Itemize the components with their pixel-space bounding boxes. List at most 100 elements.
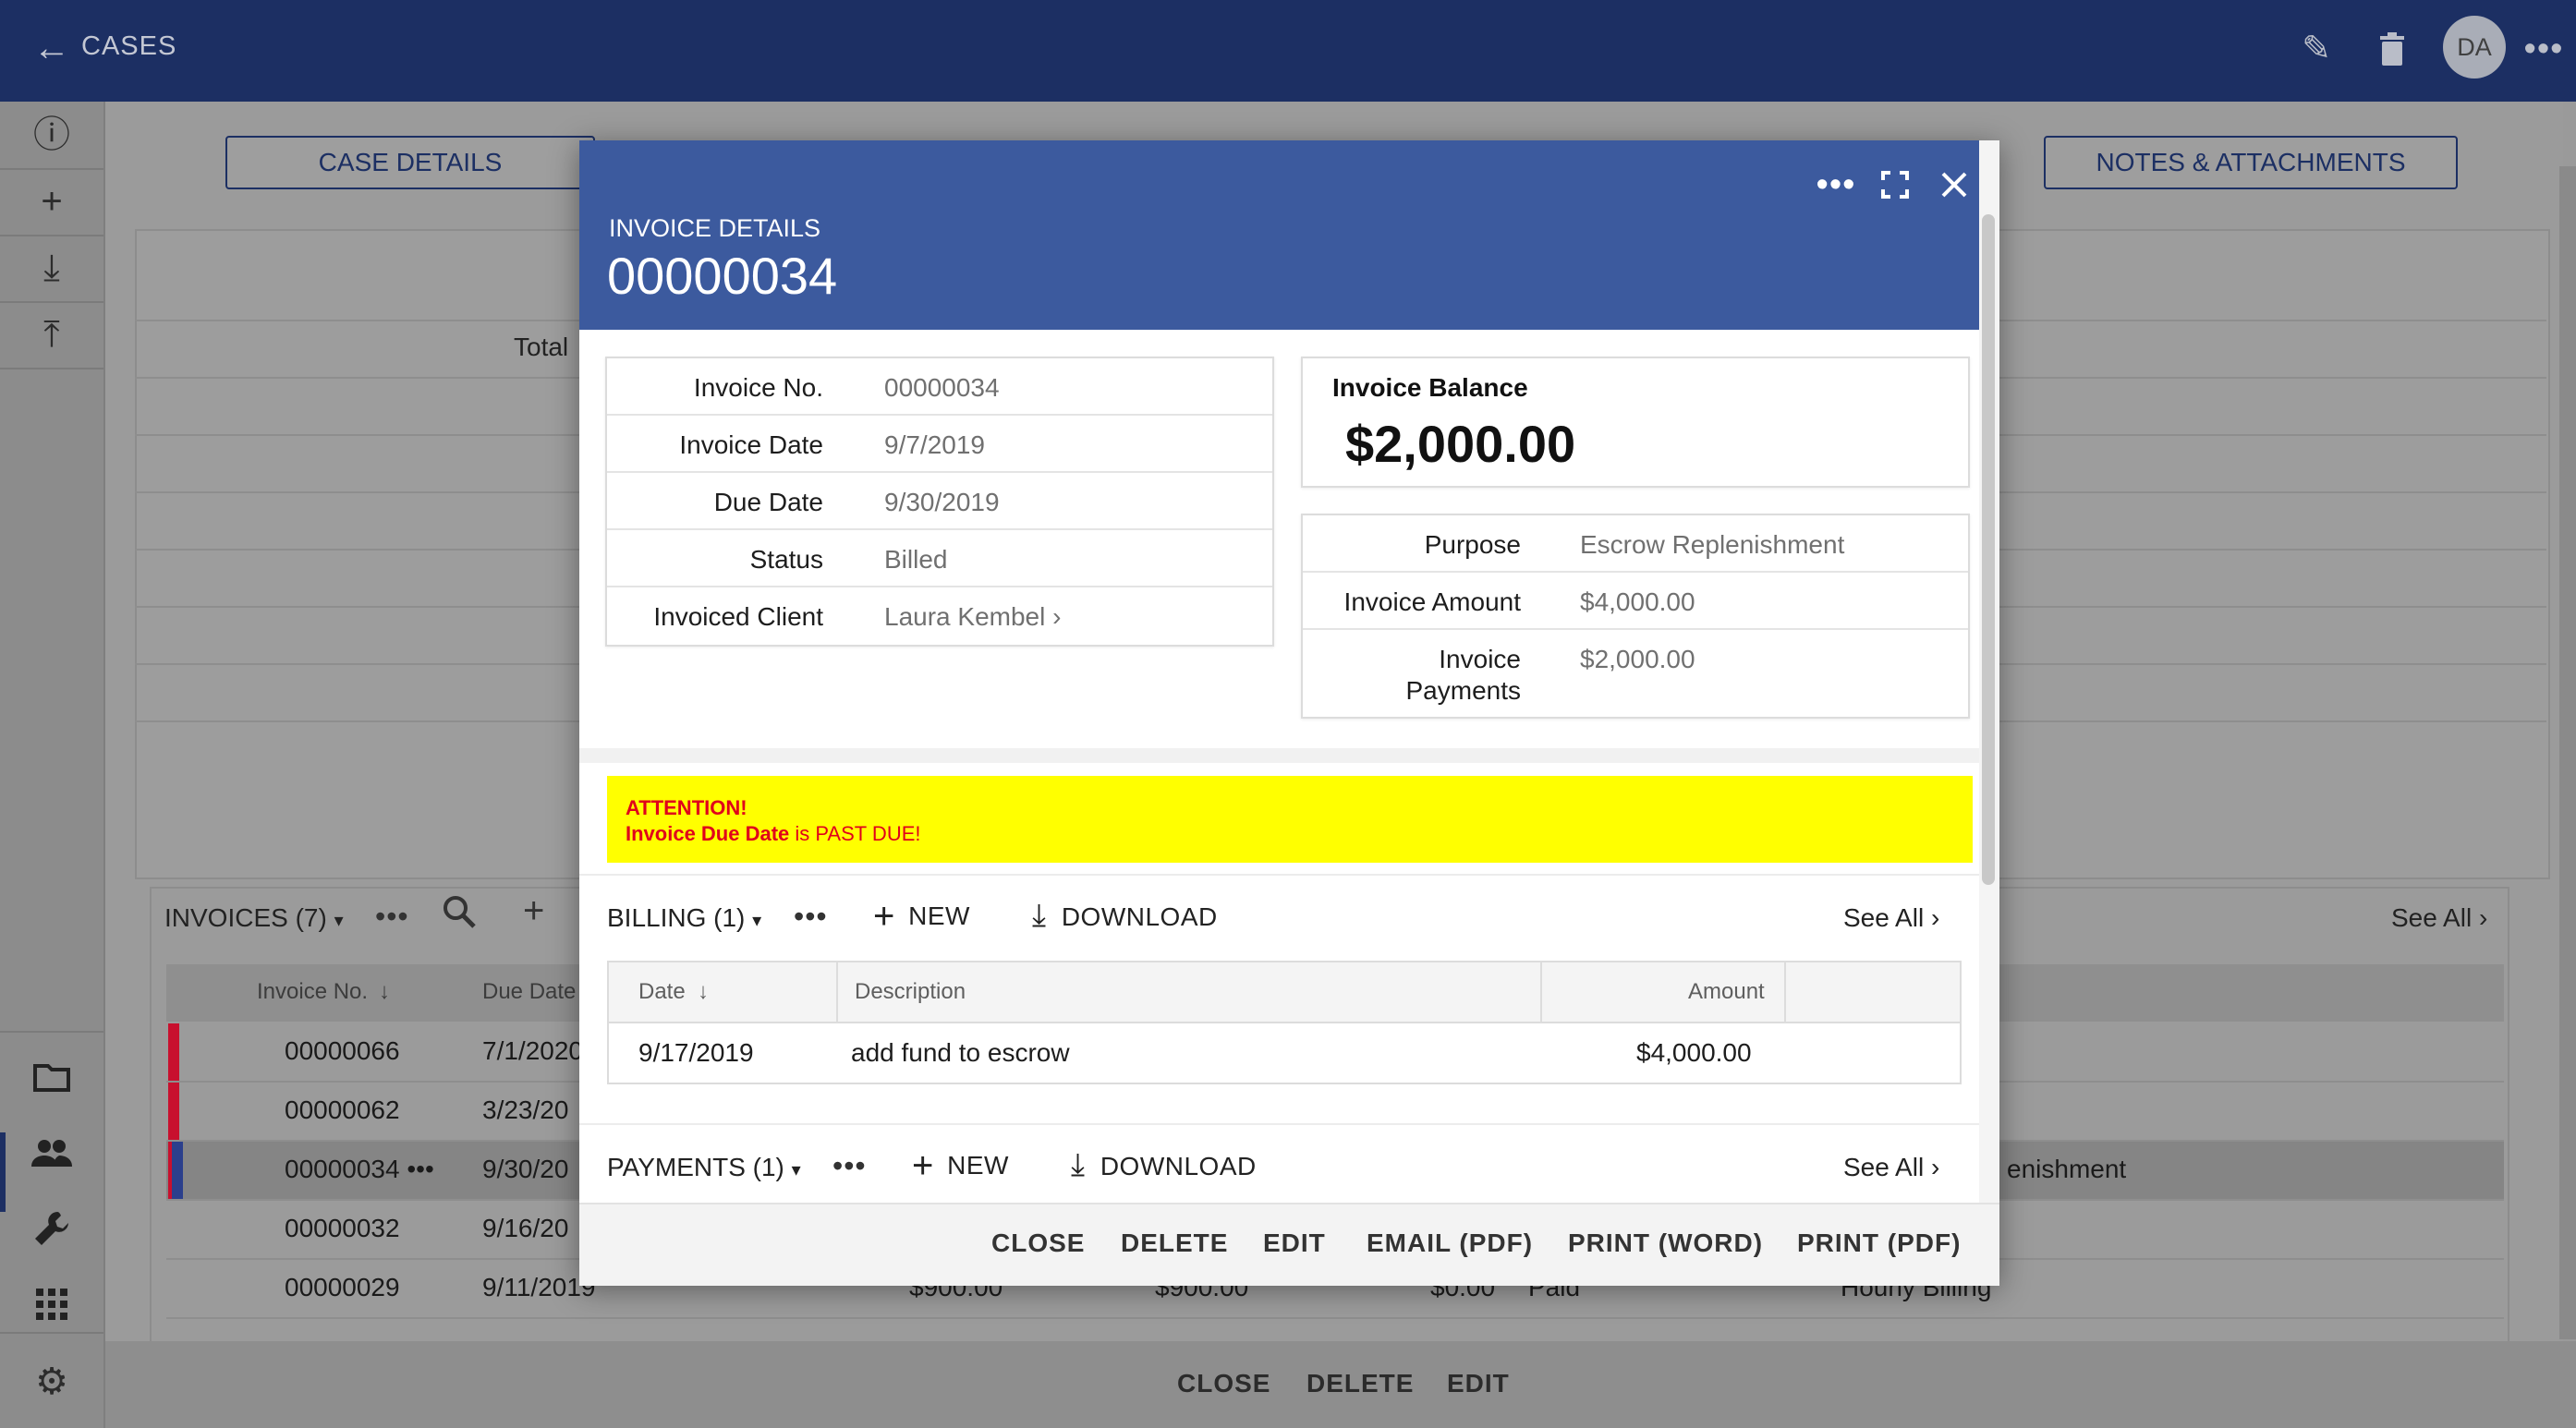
past-due-alert: ATTENTION! Invoice Due Date is PAST DUE!	[607, 776, 1973, 863]
fullscreen-icon[interactable]	[1869, 159, 1921, 211]
upload-icon[interactable]: ⤒	[18, 301, 85, 368]
summary-value: Escrow Replenishment	[1580, 530, 1845, 559]
billing-grid-header: Date ↓ Description Amount	[609, 962, 1960, 1023]
due-date-cell: 7/1/2020	[482, 1036, 583, 1065]
search-icon[interactable]	[442, 894, 477, 934]
billing-download-button[interactable]: ⤓ DOWNLOAD	[1032, 898, 1218, 934]
detail-value: Billed	[884, 545, 948, 574]
column-divider	[1784, 962, 1786, 1022]
column-date[interactable]: Date	[638, 979, 686, 1005]
chevron-right-icon: ›	[1052, 602, 1062, 631]
alert-message: Invoice Due Date is PAST DUE!	[626, 822, 921, 846]
close-icon[interactable]	[1928, 159, 1980, 211]
payments-title-text: PAYMENTS (1)	[607, 1153, 784, 1181]
status-flag	[168, 1023, 179, 1081]
folder-icon[interactable]	[18, 1044, 85, 1110]
detail-value: 00000034	[884, 373, 1000, 402]
amount-cell: $4,000.00	[1636, 1038, 1752, 1067]
modal-eyebrow: INVOICE DETAILS	[609, 214, 821, 242]
detail-value: 9/7/2019	[884, 430, 985, 459]
add-icon[interactable]: +	[523, 890, 544, 932]
alert-rest: is PAST DUE!	[789, 822, 921, 845]
modal-title: 00000034	[607, 247, 838, 305]
summary-row: Invoice Amount $4,000.00	[1303, 573, 1968, 630]
detail-row: Invoice No. 00000034	[607, 358, 1272, 416]
app-title: CASES	[81, 31, 177, 61]
print-word-button[interactable]: PRINT (WORD)	[1568, 1228, 1763, 1258]
bg-edit-button[interactable]: EDIT	[1447, 1369, 1510, 1398]
modal-scrollbar-thumb[interactable]	[1982, 214, 1995, 885]
download-label: DOWNLOAD	[1100, 1152, 1257, 1180]
chevron-down-icon: ▾	[752, 911, 762, 931]
chevron-down-icon: ▾	[791, 1160, 801, 1180]
settings-gear-icon[interactable]: ⚙	[18, 1349, 85, 1415]
balance-value: $2,000.00	[1345, 415, 1576, 473]
apps-grid-icon[interactable]	[18, 1271, 85, 1337]
divider	[0, 1031, 103, 1033]
more-icon[interactable]: •••	[832, 1149, 867, 1183]
invoice-details-modal: ••• INVOICE DETAILS 00000034 Invoice No.…	[579, 140, 1999, 1286]
column-due-date[interactable]: Due Date	[482, 979, 576, 1005]
divider	[579, 1123, 1979, 1125]
download-icon: ⤓	[1032, 898, 1047, 933]
print-pdf-button[interactable]: PRINT (PDF)	[1797, 1228, 1961, 1258]
see-all-label: See All	[1843, 903, 1925, 932]
alert-strong: Invoice Due Date	[626, 822, 790, 845]
billing-title-text: BILLING (1)	[607, 903, 746, 932]
edit-button[interactable]: EDIT	[1263, 1228, 1326, 1258]
client-link[interactable]: Laura Kembel ›	[884, 602, 1061, 632]
column-invoice-no[interactable]: Invoice No.	[257, 979, 368, 1005]
sort-arrow-icon[interactable]: ↓	[379, 979, 390, 1005]
column-amount[interactable]: Amount	[1688, 979, 1765, 1005]
tab-case-details[interactable]: CASE DETAILS	[225, 136, 595, 189]
pencil-icon[interactable]: ✎	[2291, 24, 2341, 74]
payments-title[interactable]: PAYMENTS (1) ▾	[607, 1153, 801, 1182]
invoices-title[interactable]: INVOICES (7) ▾	[164, 903, 344, 933]
invoices-title-text: INVOICES (7)	[164, 903, 327, 932]
column-description[interactable]: Description	[855, 979, 966, 1005]
payments-download-button[interactable]: ⤓ DOWNLOAD	[1071, 1147, 1257, 1183]
bg-delete-button[interactable]: DELETE	[1306, 1369, 1414, 1398]
detail-label: Due Date	[713, 488, 823, 516]
trash-icon[interactable]	[2367, 24, 2417, 74]
more-icon[interactable]: •••	[2519, 24, 2569, 74]
bottom-action-bar: CLOSE DELETE EDIT	[105, 1341, 2576, 1428]
invoice-no-cell: 00000029	[285, 1273, 400, 1301]
payments-new-button[interactable]: + NEW	[912, 1145, 1009, 1187]
avatar[interactable]: DA	[2443, 16, 2506, 79]
billing-title[interactable]: BILLING (1) ▾	[607, 903, 761, 933]
billing-new-button[interactable]: + NEW	[873, 896, 970, 938]
invoice-balance-card: Invoice Balance $2,000.00	[1301, 357, 1970, 488]
add-icon[interactable]: +	[18, 168, 85, 235]
modal-header: ••• INVOICE DETAILS 00000034	[579, 140, 1979, 330]
see-all-label: See All	[1843, 1153, 1925, 1181]
sort-arrow-icon[interactable]: ↓	[698, 979, 709, 1005]
people-icon[interactable]	[18, 1119, 85, 1186]
billing-see-all-link[interactable]: See All ›	[1843, 903, 1939, 933]
detail-label: Invoice No.	[693, 373, 823, 402]
payments-see-all-link[interactable]: See All ›	[1843, 1153, 1939, 1182]
active-indicator	[0, 1132, 6, 1212]
column-divider	[836, 962, 838, 1022]
detail-row[interactable]: Invoiced Client Laura Kembel ›	[607, 587, 1272, 643]
more-icon[interactable]: •••	[375, 900, 409, 934]
info-icon[interactable]: ⓘ	[18, 102, 85, 168]
summary-label: Payments	[1405, 676, 1522, 705]
wrench-icon[interactable]	[18, 1195, 85, 1262]
delete-button[interactable]: DELETE	[1121, 1228, 1228, 1258]
see-all-label: See All	[2391, 903, 2473, 932]
invoices-see-all-link[interactable]: See All ›	[2391, 903, 2487, 933]
download-icon[interactable]: ⤓	[18, 235, 85, 301]
tab-notes-attachments[interactable]: NOTES & ATTACHMENTS	[2044, 136, 2458, 189]
more-icon[interactable]: •••	[794, 900, 828, 934]
close-button[interactable]: CLOSE	[991, 1228, 1085, 1258]
email-pdf-button[interactable]: EMAIL (PDF)	[1367, 1228, 1533, 1258]
back-arrow-icon[interactable]: ←	[33, 28, 74, 68]
plus-icon: +	[873, 896, 895, 937]
detail-row: Status Billed	[607, 530, 1272, 587]
total-label: Total	[514, 333, 569, 361]
invoice-details-card: Invoice No. 00000034 Invoice Date 9/7/20…	[605, 357, 1274, 647]
more-icon[interactable]: •••	[1810, 159, 1862, 211]
page-scrollbar[interactable]	[2559, 166, 2576, 1339]
bg-close-button[interactable]: CLOSE	[1177, 1369, 1270, 1398]
